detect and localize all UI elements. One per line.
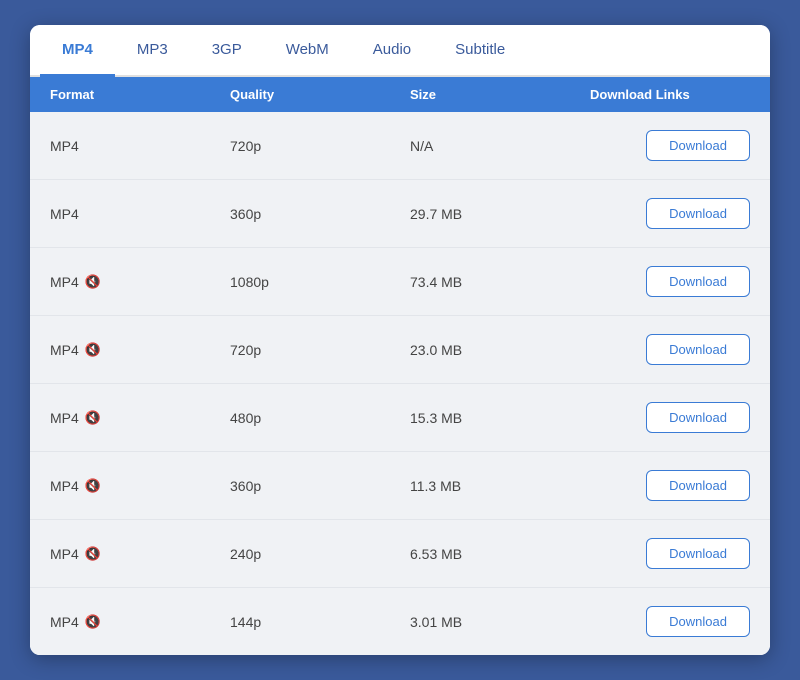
download-cell: Download bbox=[590, 588, 750, 655]
quality-cell: 360p bbox=[230, 460, 410, 512]
header-cell-format: Format bbox=[50, 87, 230, 102]
table-body: MP4720pN/ADownloadMP4360p29.7 MBDownload… bbox=[30, 112, 770, 655]
format-label: MP4 bbox=[50, 478, 79, 494]
size-cell: 6.53 MB bbox=[410, 528, 590, 580]
download-button[interactable]: Download bbox=[646, 606, 750, 637]
format-cell: MP4 bbox=[50, 120, 230, 172]
table-row: MP4 🔇 240p6.53 MB Download bbox=[30, 520, 770, 588]
quality-cell: 1080p bbox=[230, 256, 410, 308]
header-cell-quality: Quality bbox=[230, 87, 410, 102]
format-cell: MP4 🔇 bbox=[50, 324, 230, 376]
format-label: MP4 bbox=[50, 206, 79, 222]
quality-cell: 720p bbox=[230, 120, 410, 172]
table-row: MP4 🔇 720p23.0 MB Download bbox=[30, 316, 770, 384]
tab-subtitle[interactable]: Subtitle bbox=[433, 25, 527, 77]
download-button[interactable]: Download bbox=[646, 470, 750, 501]
download-button[interactable]: Download bbox=[646, 538, 750, 569]
table-header: FormatQualitySizeDownload Links bbox=[30, 77, 770, 112]
table-row: MP4 720pN/A Download bbox=[30, 112, 770, 180]
format-label: MP4 bbox=[50, 342, 79, 358]
quality-cell: 144p bbox=[230, 596, 410, 648]
size-cell: 11.3 MB bbox=[410, 460, 590, 512]
download-cell: Download bbox=[590, 248, 750, 315]
tab-bar: MP4MP33GPWebMAudioSubtitle bbox=[30, 25, 770, 77]
table-row: MP4 🔇 1080p73.4 MB Download bbox=[30, 248, 770, 316]
format-cell: MP4 🔇 bbox=[50, 460, 230, 512]
quality-cell: 720p bbox=[230, 324, 410, 376]
format-label: MP4 bbox=[50, 614, 79, 630]
download-button[interactable]: Download bbox=[646, 402, 750, 433]
muted-icon: 🔇 bbox=[85, 478, 101, 494]
table-row: MP4 360p29.7 MB Download bbox=[30, 180, 770, 248]
muted-icon: 🔇 bbox=[85, 274, 101, 290]
quality-cell: 360p bbox=[230, 188, 410, 240]
format-label: MP4 bbox=[50, 274, 79, 290]
size-cell: N/A bbox=[410, 120, 590, 172]
table-row: MP4 🔇 360p11.3 MB Download bbox=[30, 452, 770, 520]
header-cell-size: Size bbox=[410, 87, 590, 102]
tab-mp4[interactable]: MP4 bbox=[40, 25, 115, 77]
size-cell: 23.0 MB bbox=[410, 324, 590, 376]
download-cell: Download bbox=[590, 112, 750, 179]
download-button[interactable]: Download bbox=[646, 130, 750, 161]
muted-icon: 🔇 bbox=[85, 410, 101, 426]
format-label: MP4 bbox=[50, 138, 79, 154]
format-cell: MP4 🔇 bbox=[50, 256, 230, 308]
quality-cell: 240p bbox=[230, 528, 410, 580]
download-cell: Download bbox=[590, 180, 750, 247]
download-cell: Download bbox=[590, 520, 750, 587]
tab-mp3[interactable]: MP3 bbox=[115, 25, 190, 77]
size-cell: 73.4 MB bbox=[410, 256, 590, 308]
size-cell: 29.7 MB bbox=[410, 188, 590, 240]
main-card: MP4MP33GPWebMAudioSubtitle FormatQuality… bbox=[30, 25, 770, 655]
format-cell: MP4 🔇 bbox=[50, 528, 230, 580]
muted-icon: 🔇 bbox=[85, 342, 101, 358]
header-cell-download-links: Download Links bbox=[590, 87, 750, 102]
table-row: MP4 🔇 480p15.3 MB Download bbox=[30, 384, 770, 452]
download-cell: Download bbox=[590, 384, 750, 451]
download-button[interactable]: Download bbox=[646, 198, 750, 229]
table-row: MP4 🔇 144p3.01 MB Download bbox=[30, 588, 770, 655]
format-label: MP4 bbox=[50, 410, 79, 426]
quality-cell: 480p bbox=[230, 392, 410, 444]
size-cell: 3.01 MB bbox=[410, 596, 590, 648]
tab-audio[interactable]: Audio bbox=[351, 25, 433, 77]
format-cell: MP4 🔇 bbox=[50, 392, 230, 444]
download-button[interactable]: Download bbox=[646, 334, 750, 365]
download-cell: Download bbox=[590, 452, 750, 519]
download-cell: Download bbox=[590, 316, 750, 383]
tab-webm[interactable]: WebM bbox=[264, 25, 351, 77]
muted-icon: 🔇 bbox=[85, 614, 101, 630]
muted-icon: 🔇 bbox=[85, 546, 101, 562]
tab-3gp[interactable]: 3GP bbox=[190, 25, 264, 77]
size-cell: 15.3 MB bbox=[410, 392, 590, 444]
format-cell: MP4 bbox=[50, 188, 230, 240]
download-button[interactable]: Download bbox=[646, 266, 750, 297]
format-cell: MP4 🔇 bbox=[50, 596, 230, 648]
format-label: MP4 bbox=[50, 546, 79, 562]
